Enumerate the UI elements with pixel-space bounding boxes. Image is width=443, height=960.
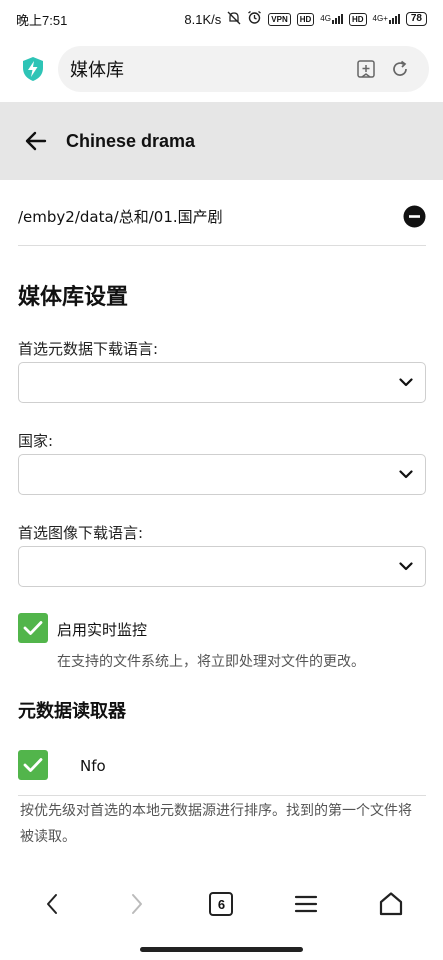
library-settings-title: 媒体库设置 [18, 285, 129, 310]
home-icon[interactable] [369, 882, 413, 926]
country-select[interactable] [18, 454, 426, 495]
image-language-select[interactable] [18, 546, 426, 587]
menu-icon[interactable] [284, 882, 328, 926]
nav-forward-icon[interactable] [115, 882, 159, 926]
image-language-label: 首选图像下载语言: [18, 524, 144, 542]
browser-bottom-nav: 6 [0, 876, 443, 932]
remove-folder-icon[interactable] [402, 205, 426, 229]
metadata-readers-title: 元数据读取器 [18, 701, 126, 722]
nfo-reader-checkbox[interactable] [18, 750, 48, 780]
check-icon [23, 621, 43, 635]
folder-path: /emby2/data/总和/01.国产剧 [18, 208, 223, 226]
battery-icon: 78 [405, 12, 427, 26]
network-type-1: 4G [320, 14, 331, 23]
network-speed: 8.1K/s [184, 11, 222, 27]
alarm-clock-icon [247, 10, 262, 28]
network-type-2: 4G+ [372, 14, 388, 23]
metadata-language-label: 首选元数据下载语言: [18, 340, 159, 358]
hd-badge-2: HD [348, 12, 367, 26]
page-title: Chinese drama [66, 130, 196, 151]
realtime-monitor-checkbox[interactable] [18, 613, 48, 643]
mute-bell-icon [227, 11, 241, 28]
metadata-readers-desc: 按优先级对首选的本地元数据源进行排序。找到的第一个文件将被读取。 [20, 803, 412, 845]
hd-badge-1: HD [296, 12, 315, 26]
vpn-badge: VPN [268, 12, 291, 26]
signal-icon-1: 4G [320, 14, 343, 24]
bookmark-add-icon[interactable] [349, 52, 383, 86]
realtime-monitor-label[interactable]: 启用实时监控 [57, 619, 147, 640]
status-bar: 晚上7:51 8.1K/s VPN HD 4G HD 4G+ 78 [0, 0, 443, 38]
back-arrow-icon[interactable] [16, 121, 56, 161]
country-label: 国家: [18, 432, 54, 450]
url-field[interactable]: 媒体库 [58, 46, 429, 92]
list-item: Nfo [18, 740, 426, 796]
check-icon [23, 758, 43, 772]
folder-path-row: /emby2/data/总和/01.国产剧 [18, 188, 426, 246]
page-header: Chinese drama [0, 102, 443, 180]
nav-back-icon[interactable] [30, 882, 74, 926]
tab-count: 6 [209, 892, 234, 916]
chevron-down-icon [399, 558, 413, 576]
shield-bolt-icon[interactable] [14, 49, 52, 89]
signal-icon-2: 4G+ [373, 14, 400, 24]
nfo-reader-label: Nfo [80, 757, 106, 775]
chevron-down-icon [399, 374, 413, 392]
browser-address-bar: 媒体库 [0, 38, 443, 100]
status-indicators: 8.1K/s VPN HD 4G HD 4G+ 78 [184, 10, 427, 28]
metadata-language-select[interactable] [18, 362, 426, 403]
status-time: 晚上7:51 [16, 12, 68, 28]
tabs-button[interactable]: 6 [199, 882, 243, 926]
realtime-monitor-desc: 在支持的文件系统上，将立即处理对文件的更改。 [57, 654, 365, 670]
chevron-down-icon [399, 466, 413, 484]
reload-icon[interactable] [383, 52, 417, 86]
home-indicator[interactable] [140, 947, 303, 952]
url-text[interactable]: 媒体库 [70, 56, 349, 82]
